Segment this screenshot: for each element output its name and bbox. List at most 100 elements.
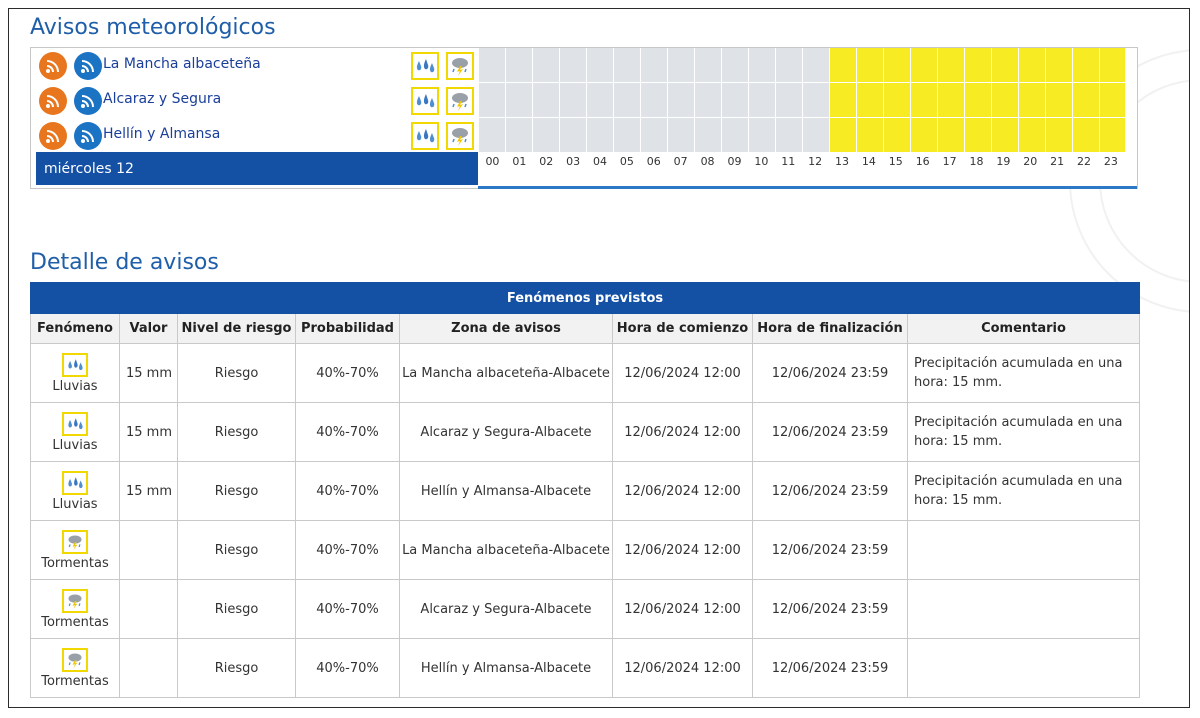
hour-cell bbox=[587, 83, 614, 117]
hour-cell-warning bbox=[992, 83, 1019, 117]
phenomenon-cell: Tormentas bbox=[30, 579, 120, 639]
hour-cell bbox=[641, 48, 668, 82]
rain-icon bbox=[62, 352, 88, 377]
hour-cell-warning bbox=[857, 118, 884, 152]
hour-label: 14 bbox=[861, 155, 876, 168]
zone-link[interactable]: La Mancha albaceteña bbox=[103, 56, 261, 72]
table-header-row: Fenómeno Valor Nivel de riesgo Probabili… bbox=[30, 313, 1140, 344]
hour-cell bbox=[695, 83, 722, 117]
hour-cell bbox=[776, 118, 803, 152]
hour-cell-warning bbox=[965, 83, 992, 117]
end-time-cell: 12/06/2024 23:59 bbox=[752, 343, 908, 403]
zone-link[interactable]: Hellín y Almansa bbox=[103, 126, 220, 142]
risk-level-cell: Riesgo bbox=[177, 520, 296, 580]
hour-cell-warning bbox=[992, 118, 1019, 152]
hour-cell bbox=[506, 118, 533, 152]
zone-cell: Hellín y Almansa-Albacete bbox=[399, 461, 613, 521]
table-row: Tormentas Riesgo 40%-70% La Mancha albacete… bbox=[30, 520, 1140, 580]
end-time-cell: 12/06/2024 23:59 bbox=[752, 402, 908, 462]
hour-labels: 00 01 02 03 04 05 06 07 08 09 10 11 12 13 14 15 16 17 18 19… bbox=[479, 155, 1124, 168]
hour-label: 00 bbox=[485, 155, 500, 168]
hour-cells bbox=[479, 48, 1126, 82]
hour-cell bbox=[722, 118, 749, 152]
rss-feed-icon[interactable] bbox=[74, 52, 102, 80]
hour-cell-warning bbox=[911, 118, 938, 152]
end-time-cell: 12/06/2024 23:59 bbox=[752, 520, 908, 580]
hour-cell bbox=[695, 118, 722, 152]
hour-cell bbox=[803, 48, 830, 82]
hour-cell-warning bbox=[911, 48, 938, 82]
rss-feed-icon[interactable] bbox=[74, 87, 102, 115]
phenomenon-name: Tormentas bbox=[41, 673, 109, 689]
column-header: Probabilidad bbox=[295, 313, 400, 344]
rss-feed-icon[interactable] bbox=[39, 122, 67, 150]
hour-cell bbox=[641, 118, 668, 152]
phenomenon-name: Lluvias bbox=[52, 378, 98, 394]
phenomenon-cell: Tormentas bbox=[30, 638, 120, 698]
risk-level-cell: Riesgo bbox=[177, 579, 296, 639]
phenomenon-cell: Lluvias bbox=[30, 402, 120, 462]
hour-cell bbox=[614, 48, 641, 82]
rss-feed-icon[interactable] bbox=[39, 87, 67, 115]
table-row: Tormentas Riesgo 40%-70% Alcaraz y Segura-A… bbox=[30, 579, 1140, 639]
zone-cell: La Mancha albaceteña-Albacete bbox=[399, 520, 613, 580]
value-cell bbox=[119, 579, 178, 639]
probability-cell: 40%-70% bbox=[295, 638, 400, 698]
hour-label: 07 bbox=[673, 155, 688, 168]
hour-cell bbox=[533, 83, 560, 117]
start-time-cell: 12/06/2024 12:00 bbox=[612, 461, 753, 521]
comment-cell: Precipitación acumulada en una hora: 15 … bbox=[907, 402, 1140, 462]
value-cell: 15 mm bbox=[119, 402, 178, 462]
phenomenon-name: Lluvias bbox=[52, 437, 98, 453]
hour-label: 17 bbox=[942, 155, 957, 168]
risk-level-cell: Riesgo bbox=[177, 638, 296, 698]
hour-cell-warning bbox=[1046, 48, 1073, 82]
hour-label: 23 bbox=[1103, 155, 1118, 168]
zone-cell: Hellín y Almansa-Albacete bbox=[399, 638, 613, 698]
value-cell bbox=[119, 638, 178, 698]
storm-icon bbox=[62, 588, 88, 613]
start-time-cell: 12/06/2024 12:00 bbox=[612, 402, 753, 462]
storm-icon bbox=[446, 87, 474, 115]
warnings-detail-table: Fenómenos previstos Fenómeno Valor Nivel… bbox=[30, 282, 1140, 698]
hour-cell-warning bbox=[992, 48, 1019, 82]
rss-feed-icon[interactable] bbox=[74, 122, 102, 150]
table-row: Tormentas Riesgo 40%-70% Hellín y Almansa-A… bbox=[30, 638, 1140, 698]
hour-cell bbox=[749, 48, 776, 82]
section-title-avisos: Avisos meteorológicos bbox=[30, 15, 276, 40]
rain-icon bbox=[62, 411, 88, 436]
hour-cell bbox=[668, 118, 695, 152]
phenomenon-cell: Tormentas bbox=[30, 520, 120, 580]
table-caption: Fenómenos previstos bbox=[30, 282, 1140, 314]
table-row: Lluvias 15 mm Riesgo 40%-70% Hellín y Almans… bbox=[30, 461, 1140, 521]
hour-cell-warning bbox=[911, 83, 938, 117]
zone-row: La Mancha albaceteña bbox=[31, 48, 1137, 82]
end-time-cell: 12/06/2024 23:59 bbox=[752, 579, 908, 639]
hour-cell bbox=[803, 118, 830, 152]
warning-timeline: La Mancha albaceteña Alcaraz y Segura He… bbox=[30, 47, 1138, 189]
end-time-cell: 12/06/2024 23:59 bbox=[752, 461, 908, 521]
rain-icon bbox=[411, 122, 439, 150]
zone-link[interactable]: Alcaraz y Segura bbox=[103, 91, 221, 107]
hour-label: 19 bbox=[996, 155, 1011, 168]
storm-icon bbox=[62, 647, 88, 672]
hour-cell bbox=[560, 83, 587, 117]
phenomenon-name: Tormentas bbox=[41, 555, 109, 571]
probability-cell: 40%-70% bbox=[295, 343, 400, 403]
hour-cell bbox=[560, 118, 587, 152]
comment-cell bbox=[907, 520, 1140, 580]
rss-feed-icon[interactable] bbox=[39, 52, 67, 80]
hour-cell bbox=[776, 48, 803, 82]
hour-cell-warning bbox=[1019, 83, 1046, 117]
hour-cell-warning bbox=[1073, 83, 1100, 117]
hour-cell bbox=[668, 48, 695, 82]
column-header: Hora de finalización bbox=[752, 313, 908, 344]
hour-cell-warning bbox=[938, 83, 965, 117]
hour-label: 08 bbox=[700, 155, 715, 168]
hour-label: 20 bbox=[1023, 155, 1038, 168]
timeline-underline bbox=[478, 186, 1137, 189]
hour-cell bbox=[695, 48, 722, 82]
hour-cell bbox=[587, 48, 614, 82]
hour-cell-warning bbox=[1100, 118, 1126, 152]
hour-cell bbox=[614, 118, 641, 152]
